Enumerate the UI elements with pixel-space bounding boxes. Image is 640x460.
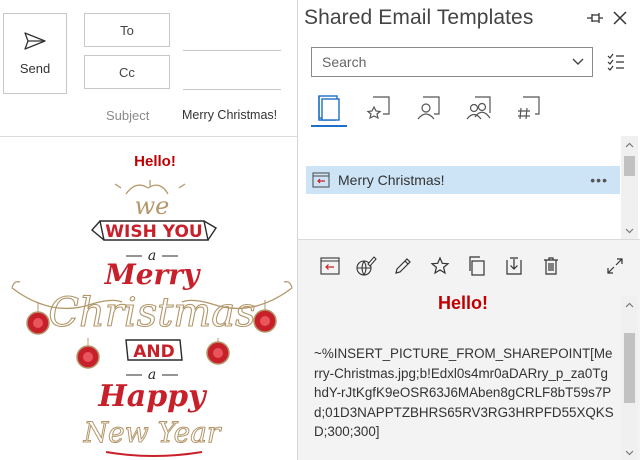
cc-button[interactable]: Cc <box>84 55 170 89</box>
subject-label: Subject <box>106 108 150 123</box>
template-list: Merry Christmas! ••• <box>298 136 640 239</box>
preview-scrollbar[interactable] <box>621 296 638 460</box>
sort-filter-icon[interactable] <box>606 52 626 72</box>
body-greeting: Hello! <box>134 153 176 170</box>
pencil-icon <box>395 258 411 274</box>
hash-template-icon <box>518 96 540 120</box>
tab-all-templates[interactable] <box>311 90 347 126</box>
art-line-happy: Happy <box>97 379 208 414</box>
search-input[interactable] <box>312 48 552 76</box>
copy-icon <box>469 256 485 276</box>
pin-icon[interactable] <box>585 9 605 27</box>
tab-favorites[interactable] <box>361 90 397 126</box>
edit-button[interactable] <box>391 254 415 278</box>
to-button[interactable]: To <box>84 13 170 47</box>
send-icon <box>24 32 46 50</box>
insert-button[interactable] <box>318 254 342 278</box>
team-template-icon <box>466 96 491 120</box>
art-line-new-year: New Year <box>83 416 222 449</box>
personal-template-icon <box>417 96 440 120</box>
send-button[interactable]: Send <box>3 13 67 94</box>
globe-pencil-icon <box>356 256 377 276</box>
tab-macros[interactable] <box>511 90 547 126</box>
templates-pane: Shared Email Templates Search Merry Chri… <box>298 0 640 460</box>
ornament <box>76 338 100 369</box>
art-line-we: we <box>135 192 170 220</box>
header-divider <box>0 136 297 137</box>
scroll-up-icon[interactable] <box>621 296 638 313</box>
scroll-thumb[interactable] <box>624 333 635 403</box>
folder-icon <box>318 95 340 121</box>
tab-team-templates[interactable] <box>461 90 497 126</box>
trash-icon <box>544 257 558 275</box>
art-line-christmas: Christmas <box>48 290 255 336</box>
art-line-and: AND <box>133 342 175 362</box>
cc-field[interactable] <box>183 89 281 90</box>
delete-button[interactable] <box>539 254 563 278</box>
scroll-down-icon[interactable] <box>621 222 638 239</box>
pane-title: Shared Email Templates <box>304 6 534 29</box>
to-field[interactable] <box>183 50 281 51</box>
ornament <box>26 302 50 335</box>
christmas-card-image: we WISH YOU a Merry Christmas AND a Happ… <box>11 180 293 457</box>
compose-pane: Send To Cc Subject Merry Christmas! Hell… <box>0 0 297 460</box>
insert-icon <box>320 257 340 275</box>
list-item[interactable]: Merry Christmas! ••• <box>306 166 620 194</box>
edit-with-web-button[interactable] <box>354 254 378 278</box>
preview-macro-text: ~%INSERT_PICTURE_FROM_SHAREPOINT[Merry-C… <box>314 346 614 439</box>
art-line-wish-you: WISH YOU <box>105 222 202 242</box>
template-insert-icon <box>312 172 330 188</box>
expand-button[interactable] <box>603 254 627 278</box>
subject-field[interactable]: Merry Christmas! <box>182 108 277 122</box>
scroll-thumb[interactable] <box>624 156 635 176</box>
template-preview: Hello! ~%INSERT_PICTURE_FROM_SHAREPOINT[… <box>298 239 640 460</box>
ornament <box>206 338 230 365</box>
more-options-icon[interactable]: ••• <box>590 172 608 188</box>
favorite-button[interactable] <box>428 254 452 278</box>
star-icon <box>430 256 450 275</box>
star-template-icon <box>366 96 390 120</box>
art-line-merry: Merry <box>104 258 201 291</box>
send-label: Send <box>19 61 51 76</box>
list-item-label: Merry Christmas! <box>338 172 445 188</box>
chevron-down-icon[interactable] <box>572 57 584 67</box>
scroll-up-icon[interactable] <box>621 136 638 153</box>
list-scrollbar[interactable] <box>621 136 638 239</box>
tab-my-templates[interactable] <box>411 90 447 126</box>
ornament <box>253 300 277 333</box>
active-tab-indicator <box>311 125 347 127</box>
move-button[interactable] <box>502 254 526 278</box>
expand-icon <box>607 258 623 274</box>
preview-greeting: Hello! <box>437 293 488 313</box>
scroll-down-icon[interactable] <box>621 444 638 460</box>
close-icon[interactable] <box>611 9 629 27</box>
copy-button[interactable] <box>465 254 489 278</box>
search-box[interactable] <box>311 47 593 77</box>
move-to-folder-icon <box>506 257 522 275</box>
